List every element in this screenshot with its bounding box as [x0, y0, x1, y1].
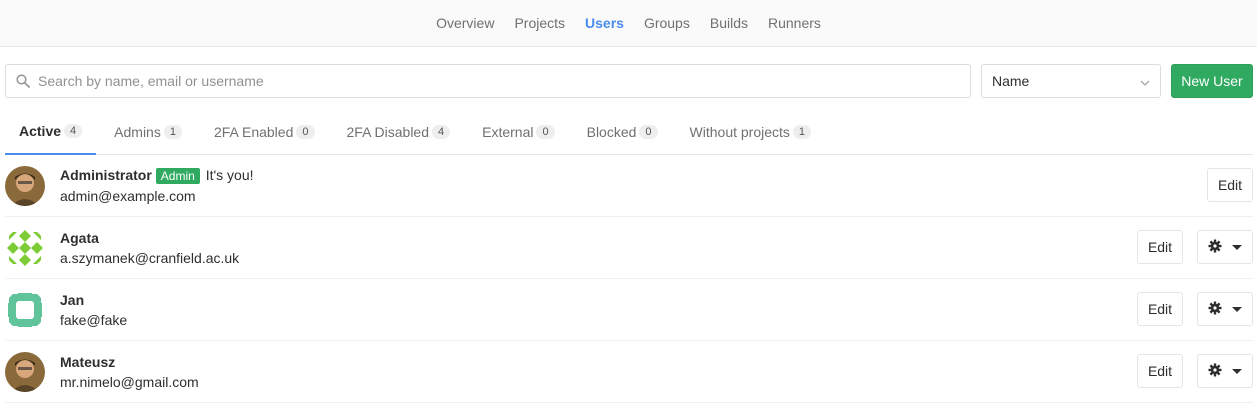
user-actions-dropdown[interactable] [1197, 354, 1253, 388]
admin-badge: Admin [155, 168, 200, 184]
user-filter-tabs: Active 4 Admins 1 2FA Enabled 0 2FA Disa… [5, 108, 1253, 155]
user-row: Mateusz mr.nimelo@gmail.com Edit [5, 341, 1253, 403]
tab-admins[interactable]: Admins 1 [100, 108, 196, 155]
edit-button[interactable]: Edit [1137, 292, 1183, 326]
tab-blocked[interactable]: Blocked 0 [573, 108, 672, 155]
tab-count-badge: 0 [296, 124, 315, 139]
edit-button[interactable]: Edit [1137, 230, 1183, 264]
user-name[interactable]: Jan [60, 290, 127, 310]
tab-count-badge: 1 [163, 124, 182, 139]
avatar[interactable] [5, 227, 45, 268]
user-name[interactable]: Agata [60, 228, 239, 248]
caret-down-icon [1232, 306, 1242, 312]
edit-button[interactable]: Edit [1207, 168, 1253, 202]
nav-item-runners[interactable]: Runners [768, 0, 821, 47]
nav-item-builds[interactable]: Builds [710, 0, 748, 47]
tab-label: 2FA Disabled [346, 123, 430, 140]
gear-icon [1208, 363, 1222, 380]
user-info: Administrator Admin It's you! admin@examp… [60, 165, 254, 206]
filter-row: Name New User [5, 64, 1253, 98]
gear-icon [1208, 239, 1222, 256]
search-icon [16, 74, 30, 88]
nav-item-overview[interactable]: Overview [436, 0, 494, 47]
nav-item-groups[interactable]: Groups [644, 0, 690, 47]
avatar[interactable] [5, 289, 45, 330]
user-email: admin@example.com [60, 188, 196, 204]
user-email: a.szymanek@cranfield.ac.uk [60, 249, 240, 266]
tab-count-badge: 4 [64, 123, 83, 138]
avatar[interactable] [5, 165, 45, 206]
tab-active[interactable]: Active 4 [5, 108, 97, 155]
user-row: Agata a.szymanek@cranfield.ac.uk Edit [5, 217, 1253, 279]
sort-dropdown[interactable]: Name [981, 64, 1161, 98]
current-user-note: It's you! [205, 167, 254, 183]
edit-button[interactable]: Edit [1137, 354, 1183, 388]
tab-label: External [482, 123, 534, 140]
tab-count-badge: 4 [432, 124, 451, 139]
search-box[interactable] [5, 64, 971, 98]
tab-count-badge: 0 [536, 124, 555, 139]
nav-item-users[interactable]: Users [585, 0, 624, 47]
gear-icon [1208, 301, 1222, 318]
user-email: fake@fake [60, 311, 128, 328]
user-info: Mateusz mr.nimelo@gmail.com [60, 352, 199, 392]
tab-label: Active [19, 122, 62, 139]
user-name[interactable]: Mateusz [60, 352, 199, 372]
user-row: Jan fake@fake Edit [5, 279, 1253, 341]
tab-2fa-disabled[interactable]: 2FA Disabled 4 [333, 108, 465, 155]
user-actions-dropdown[interactable] [1197, 230, 1253, 264]
tab-count-badge: 1 [792, 124, 812, 139]
caret-down-icon [1232, 244, 1242, 250]
user-info: Agata a.szymanek@cranfield.ac.uk [60, 228, 239, 268]
chevron-down-icon [1140, 73, 1150, 89]
tab-label: Without projects [689, 123, 790, 140]
tab-without-projects[interactable]: Without projects 1 [676, 108, 826, 155]
tab-count-badge: 0 [639, 124, 658, 139]
tab-label: Blocked [586, 123, 637, 140]
avatar[interactable] [5, 351, 45, 392]
user-info: Jan fake@fake [60, 290, 127, 330]
user-email: mr.nimelo@gmail.com [60, 373, 199, 390]
search-input[interactable] [38, 73, 938, 89]
caret-down-icon [1232, 368, 1242, 374]
sort-selected-value: Name [992, 73, 1030, 89]
tab-2fa-enabled[interactable]: 2FA Enabled 0 [200, 108, 329, 155]
nav-item-projects[interactable]: Projects [514, 0, 565, 47]
user-actions-dropdown[interactable] [1197, 292, 1253, 326]
user-row: Administrator Admin It's you! admin@examp… [5, 155, 1253, 217]
tab-external[interactable]: External 0 [468, 108, 568, 155]
new-user-button[interactable]: New User [1171, 64, 1253, 98]
user-name[interactable]: Administrator [60, 167, 152, 183]
tab-label: 2FA Enabled [213, 123, 294, 140]
user-list: Administrator Admin It's you! admin@examp… [5, 155, 1253, 403]
tab-label: Admins [114, 123, 161, 140]
admin-top-nav: Overview Projects Users Groups Builds Ru… [0, 0, 1257, 47]
